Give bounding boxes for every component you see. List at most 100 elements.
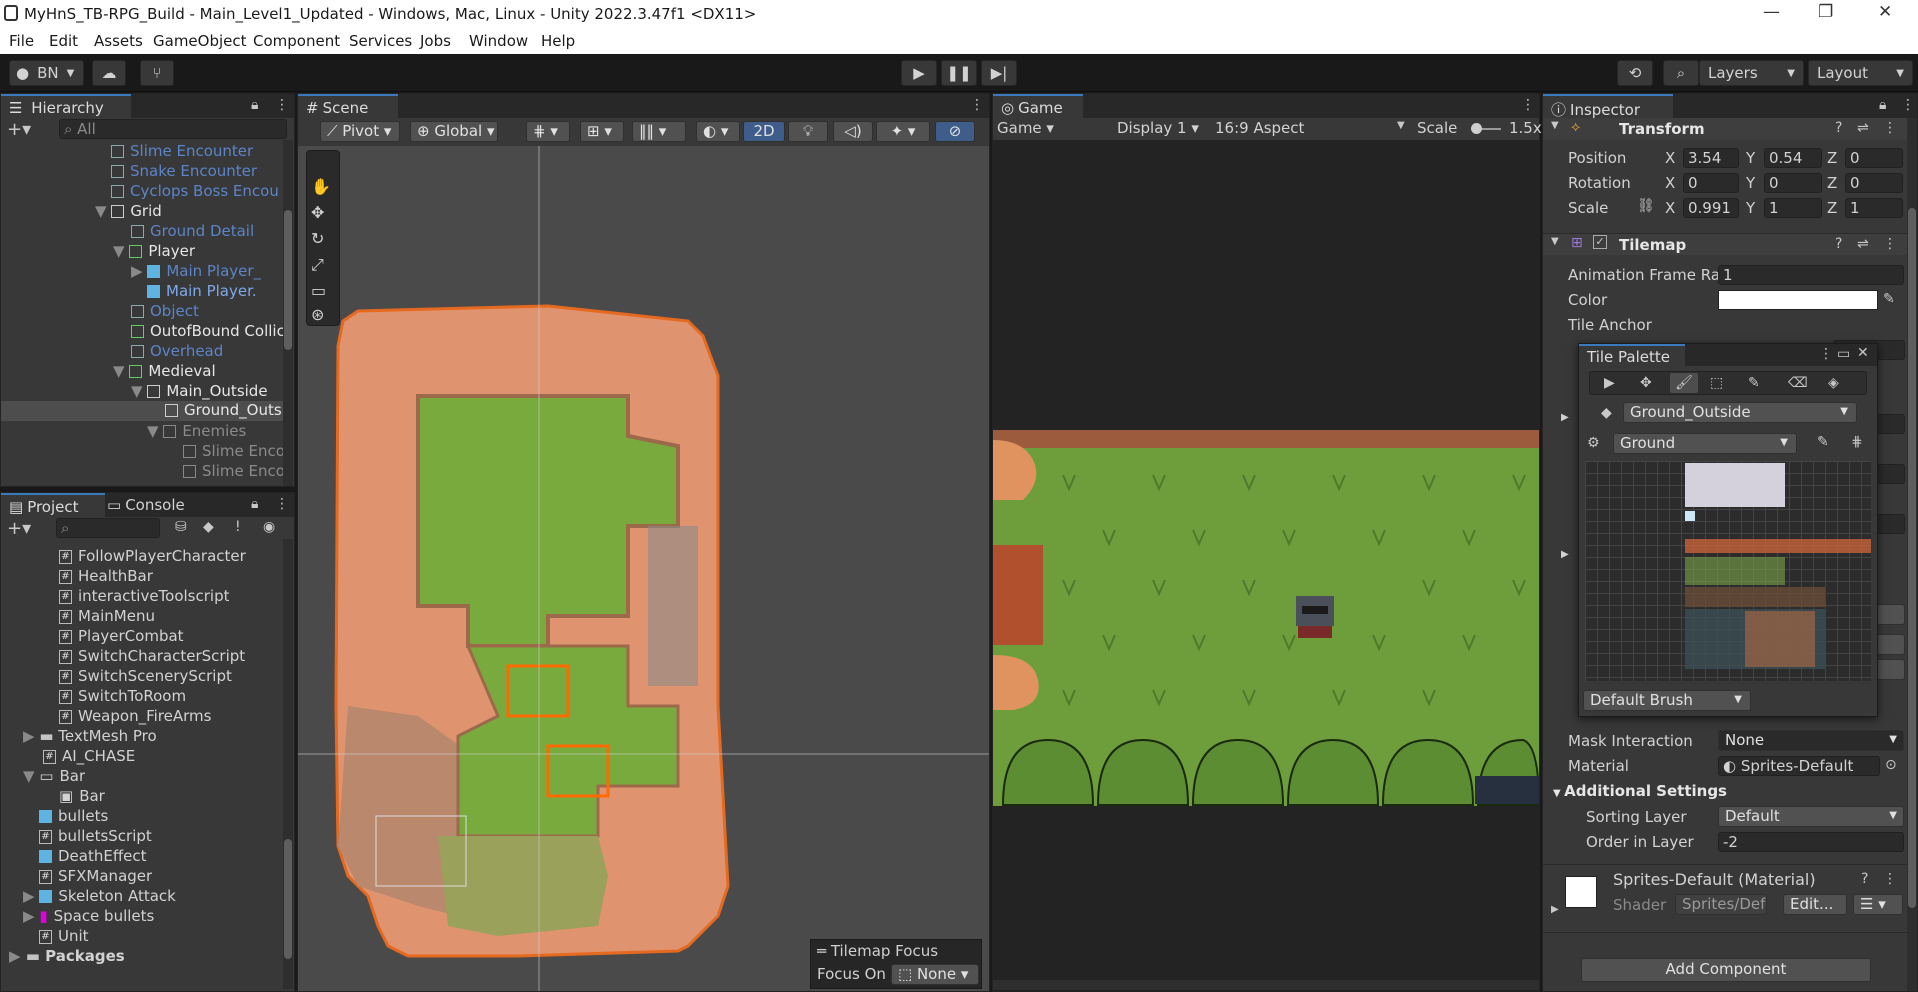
list-item[interactable]: Slime Encounter (111, 142, 253, 162)
label-icon[interactable]: ◆ (203, 519, 214, 535)
scale-tool-icon[interactable]: ⤢ (311, 255, 324, 275)
list-item[interactable]: ▶ ▬ Packages (9, 947, 125, 967)
select-tool-icon[interactable]: ▶ (1604, 375, 1615, 391)
color-field[interactable] (1718, 290, 1878, 310)
lock-icon[interactable]: 🔒︎ (1879, 97, 1886, 113)
list-item-selected[interactable]: Ground_Outs (1, 401, 284, 421)
drag-handle-icon[interactable]: ═ (817, 942, 831, 960)
menu-gameobject[interactable]: GameObject (153, 32, 247, 50)
add-component-button[interactable]: Add Component (1581, 958, 1871, 982)
position-y-field[interactable]: 0.54 (1764, 148, 1822, 168)
list-item[interactable]: ▶ ▬ TextMesh Pro (23, 727, 157, 747)
lighting-toggle[interactable]: 💡︎ (788, 121, 828, 142)
maximize-button[interactable]: ❐ (1818, 2, 1833, 22)
expand-arrow-icon[interactable]: ▶ (23, 907, 39, 925)
list-item[interactable]: Main Player. (147, 282, 257, 302)
move-tool-icon[interactable]: ✥ (1640, 375, 1652, 391)
search-button[interactable]: ⌕ (1663, 60, 1699, 86)
tab-game[interactable]: ◎ Game (993, 94, 1083, 118)
mask-interaction-dropdown[interactable]: None ▼ (1718, 730, 1904, 751)
order-in-layer-field[interactable]: -2 (1718, 832, 1904, 852)
list-item[interactable]: ▼ ▭ Bar (23, 767, 85, 787)
list-item[interactable]: Cyclops Boss Encou (111, 182, 279, 202)
project-search-input[interactable]: ⌕ (56, 518, 160, 538)
list-item[interactable]: # Unit (39, 927, 89, 947)
move-tool-icon[interactable]: ✥ (311, 203, 324, 222)
fill-bucket-icon[interactable]: ◈ (1828, 375, 1839, 391)
scene-viewport[interactable]: ✋ ✥ ↻ ⤢ ▭ ⊛ ═ Tilemap Focus Focus On ⬚ N… (298, 146, 989, 991)
expand-arrow-icon[interactable]: ▶ (131, 262, 147, 280)
menu-file[interactable]: File (9, 32, 34, 50)
list-item[interactable]: ▼ Enemies (147, 422, 246, 442)
minimize-button[interactable]: — (1763, 2, 1780, 22)
expand-arrow-icon[interactable]: ▼ (147, 422, 163, 440)
eraser-icon[interactable]: ⌫ (1788, 375, 1808, 391)
scale-x-field[interactable]: 0.991 (1683, 198, 1739, 218)
pause-button[interactable]: ❚❚ (941, 60, 977, 86)
expand-arrow-icon[interactable]: ▶ (23, 727, 39, 745)
list-item[interactable]: ▼ Main_Outside (131, 382, 268, 402)
tilemap-header[interactable]: ▼ ⊞ ✓ Tilemap ? ⇌ ⋮ (1543, 233, 1907, 255)
rotation-y-field[interactable]: 0 (1764, 173, 1822, 193)
list-item[interactable]: DeathEffect (39, 847, 147, 867)
list-item[interactable]: # Weapon_FireArms (59, 707, 211, 727)
scale-slider[interactable] (1471, 123, 1501, 134)
more-menu-icon[interactable]: ⋮ (275, 97, 289, 113)
lock-icon[interactable]: 🔒︎ (251, 496, 258, 512)
rotate-tool-icon[interactable]: ↻ (311, 229, 324, 248)
scrollbar-thumb[interactable] (284, 839, 292, 959)
cloud-button[interactable]: ☁ (92, 60, 126, 86)
list-item[interactable]: ▼ Medieval (113, 362, 216, 382)
material-field[interactable]: ◐ Sprites-Default (1718, 756, 1880, 776)
more-menu-icon[interactable]: ⋮ (1901, 97, 1915, 113)
expand-arrow-icon[interactable]: ▼ (1553, 788, 1564, 799)
game-viewport[interactable] (993, 140, 1539, 991)
scale-z-field[interactable]: 1 (1845, 198, 1903, 218)
list-item[interactable]: Slime Enco (183, 442, 284, 462)
hierarchy-search-input[interactable]: ⌕ All (59, 119, 287, 139)
expand-arrow-icon[interactable]: ▶ (1561, 412, 1569, 423)
list-item[interactable]: ▶ Main Player_ (131, 262, 261, 282)
expand-arrow-icon[interactable]: ▼ (23, 767, 39, 785)
paint-brush-icon[interactable]: 🖌︎ (1670, 373, 1698, 393)
close-button[interactable]: ✕ (1878, 2, 1892, 22)
hand-tool-icon[interactable]: ✋ (311, 177, 331, 196)
tab-console[interactable]: ▭ Console (107, 496, 185, 514)
project-scrollbar[interactable] (283, 539, 293, 989)
snap-settings-button[interactable]: ‖‖ ▾ (632, 121, 686, 142)
grid-snap-button[interactable]: ⋕ ▾ (526, 121, 570, 142)
list-item[interactable]: # SwitchCharacterScript (59, 647, 245, 667)
help-icon[interactable]: ? (1861, 871, 1868, 887)
list-item[interactable]: # PlayerCombat (59, 627, 184, 647)
global-dropdown[interactable]: ⊕ Global ▾ (410, 121, 498, 142)
sorting-layer-dropdown[interactable]: Default ▼ (1718, 806, 1904, 827)
list-item[interactable]: ▼ Player (113, 242, 195, 262)
expand-arrow-icon[interactable]: ▼ (113, 362, 129, 380)
display-dropdown[interactable]: Display 1 ▾ (1117, 119, 1199, 137)
help-icon[interactable]: ? (1835, 120, 1842, 136)
tab-inspector[interactable]: ⓘ Inspector (1543, 94, 1673, 119)
layout-dropdown[interactable]: Layout ▼ (1808, 60, 1913, 86)
position-z-field[interactable]: 0 (1845, 148, 1903, 168)
add-icon[interactable]: +▾ (7, 119, 31, 140)
tab-project[interactable]: ▤ Project (1, 493, 105, 517)
increment-snap-button[interactable]: ⊞ ▾ (580, 121, 624, 142)
list-item[interactable]: # SwitchToRoom (59, 687, 186, 707)
pivot-dropdown[interactable]: ⟋ Pivot ▾ (320, 121, 400, 142)
expand-arrow-icon[interactable]: ▼ (1551, 120, 1559, 131)
component-menu-icon[interactable]: ⋮ (1883, 120, 1897, 136)
list-item[interactable]: ▣ Bar (59, 787, 105, 807)
picker-icon[interactable]: ✎ (1748, 375, 1760, 391)
expand-arrow-icon[interactable]: ▼ (131, 382, 147, 400)
scrollbar-thumb[interactable] (284, 210, 292, 350)
expand-arrow-icon[interactable]: ▶ (1561, 549, 1569, 560)
audio-toggle[interactable]: ◁) (833, 121, 873, 142)
close-icon[interactable]: ✕ (1857, 345, 1869, 361)
brush-dropdown[interactable]: Default Brush ▼ (1583, 690, 1751, 711)
expand-arrow-icon[interactable]: ▼ (95, 202, 111, 220)
play-button[interactable]: ▶ (901, 60, 937, 86)
menu-help[interactable]: Help (541, 32, 575, 50)
list-item[interactable]: ▼ Grid (95, 202, 162, 222)
layers-dropdown[interactable]: Layers ▼ (1699, 60, 1804, 86)
filter-type-icon[interactable]: ⛁ (175, 519, 187, 535)
